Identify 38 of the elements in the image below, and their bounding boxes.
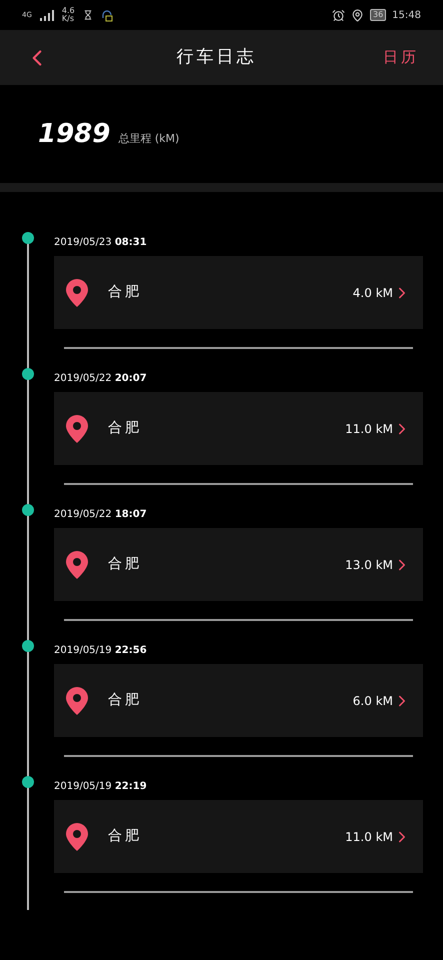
battery-level: 36 — [372, 11, 384, 19]
trip-timestamp: 2019/05/22 18:07 — [54, 508, 147, 522]
alarm-icon — [332, 8, 345, 22]
speed-unit: K/s — [62, 15, 75, 23]
trip-timestamp: 2019/05/19 22:19 — [54, 780, 147, 794]
headset-icon — [100, 8, 113, 22]
trip-place: 合肥 — [108, 555, 142, 574]
trip-distance: 6.0 kM — [352, 692, 393, 710]
location-pin-icon — [66, 822, 88, 850]
trip-distance: 11.0 kM — [345, 420, 393, 438]
location-pin-icon — [66, 278, 88, 306]
trip-distance: 11.0 kM — [345, 828, 393, 846]
clock-time: 15:48 — [392, 8, 421, 22]
trip-card[interactable]: 合肥 11.0 kM — [54, 800, 423, 873]
trip-card[interactable]: 合肥 13.0 kM — [54, 528, 423, 601]
trip-place: 合肥 — [108, 419, 142, 438]
trip-timestamp: 2019/05/19 22:56 — [54, 644, 147, 658]
trip-card[interactable]: 合肥 6.0 kM — [54, 664, 423, 737]
trip-timestamp: 2019/05/22 20:07 — [54, 372, 147, 386]
location-pin-icon — [66, 414, 88, 442]
trip-place: 合肥 — [108, 283, 142, 302]
calendar-link[interactable]: 日历 — [383, 46, 419, 69]
trip-card[interactable]: 合肥 11.0 kM — [54, 392, 423, 465]
trip-place: 合肥 — [108, 691, 142, 710]
trip-card[interactable]: 合肥 4.0 kM — [54, 256, 423, 329]
total-mileage-label: 总里程 (kM) — [118, 130, 180, 147]
page-title: 行车日志 — [176, 46, 256, 69]
total-mileage-value: 1989 — [38, 118, 110, 150]
hourglass-icon — [82, 10, 93, 20]
speed-value: 4.6 — [62, 7, 75, 15]
trip-distance: 13.0 kM — [345, 556, 393, 574]
location-pin-icon — [66, 686, 88, 714]
location-pin-icon — [66, 550, 88, 578]
trip-timestamp: 2019/05/23 08:31 — [54, 236, 147, 250]
signal-icon — [40, 10, 54, 20]
location-icon — [350, 8, 364, 22]
trip-distance: 4.0 kM — [352, 284, 393, 302]
trip-place: 合肥 — [108, 827, 142, 846]
